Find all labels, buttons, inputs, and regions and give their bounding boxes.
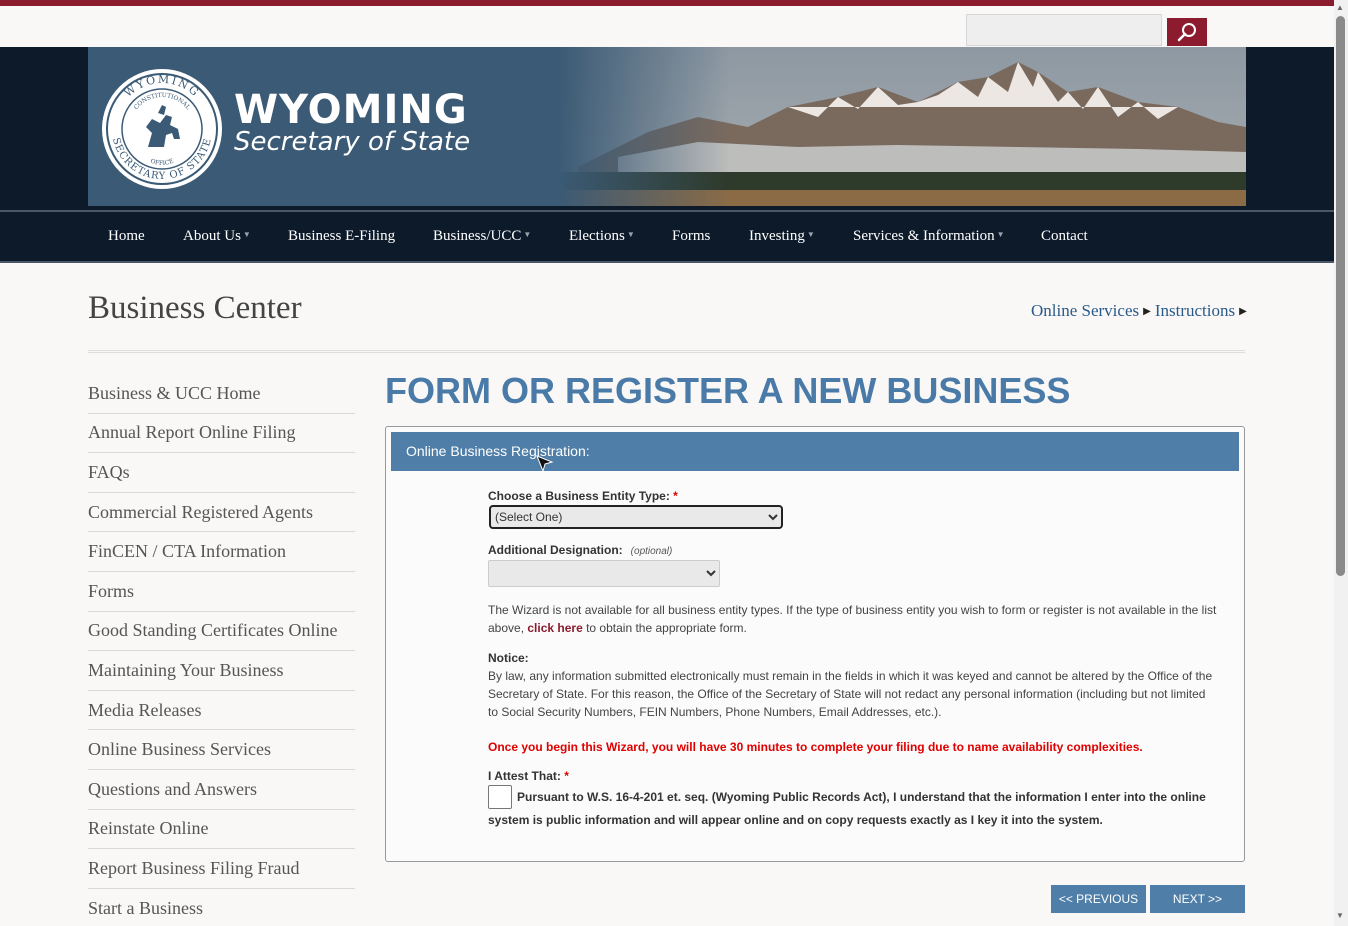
breadcrumb: Online Services ▶ Instructions ▶ <box>1031 301 1251 321</box>
mouse-cursor-icon <box>536 455 554 473</box>
page-title: Business Center <box>88 290 302 326</box>
chevron-down-icon: ▼ <box>806 230 815 239</box>
triangle-right-icon: ▶ <box>1239 306 1247 317</box>
header-band: WYOMING SECRETARY OF STATE CONSTITUTIONA… <box>0 47 1334 210</box>
previous-button[interactable]: << PREVIOUS <box>1051 885 1146 913</box>
wizard-note: The Wizard is not available for all busi… <box>488 603 1217 635</box>
nav-item-about-us[interactable]: About Us ▼ <box>183 228 251 245</box>
sidebar-item-online-services[interactable]: Online Business Services <box>88 730 355 770</box>
nav-item-investing[interactable]: Investing ▼ <box>749 228 815 245</box>
notice-label: Notice: <box>488 651 529 665</box>
attest-label: I Attest That: * <box>488 769 569 783</box>
entity-type-label: Choose a Business Entity Type: * <box>488 489 678 503</box>
sidebar-item-good-standing[interactable]: Good Standing Certificates Online <box>88 612 355 652</box>
sidebar-item-qa[interactable]: Questions and Answers <box>88 770 355 810</box>
optional-note: (optional) <box>630 546 673 557</box>
registration-panel: Online Business Registration: Choose a B… <box>385 426 1245 862</box>
required-mark: * <box>564 769 569 783</box>
header-divider <box>88 350 1245 353</box>
chevron-down-icon: ▼ <box>996 230 1005 239</box>
required-mark: * <box>673 489 678 503</box>
nav-item-forms[interactable]: Forms <box>672 228 710 245</box>
scroll-up-icon[interactable]: ▲ <box>1336 3 1344 12</box>
click-here-link[interactable]: click here <box>527 621 582 635</box>
nav-item-contact[interactable]: Contact <box>1041 228 1088 245</box>
sidebar-item-faqs[interactable]: FAQs <box>88 453 355 493</box>
breadcrumb-online-services[interactable]: Online Services <box>1031 301 1139 320</box>
chevron-down-icon: ▼ <box>523 230 532 239</box>
nav-item-home[interactable]: Home <box>108 228 145 245</box>
header-banner: WYOMING SECRETARY OF STATE CONSTITUTIONA… <box>88 47 1246 206</box>
nav-item-services-information[interactable]: Services & Information ▼ <box>853 228 1005 245</box>
nav-item-elections[interactable]: Elections ▼ <box>569 228 635 245</box>
time-warning: Once you begin this Wizard, you will hav… <box>488 740 1143 754</box>
sidebar-item-start-business[interactable]: Start a Business <box>88 889 355 926</box>
panel-header: Online Business Registration: <box>391 432 1239 471</box>
brand-subtitle: Secretary of State <box>234 127 471 157</box>
main-heading: FORM OR REGISTER A NEW BUSINESS <box>385 370 1071 411</box>
mountain-landscape-image <box>558 47 1246 206</box>
chevron-down-icon: ▼ <box>626 230 635 239</box>
triangle-right-icon: ▶ <box>1143 306 1151 317</box>
chevron-down-icon: ▼ <box>242 230 251 239</box>
notice-text: By law, any information submitted electr… <box>488 669 1213 719</box>
sidebar-item-maintaining[interactable]: Maintaining Your Business <box>88 651 355 691</box>
sidebar-item-annual-report[interactable]: Annual Report Online Filing <box>88 414 355 454</box>
search-row <box>0 6 1334 47</box>
main-nav: Home About Us ▼ Business E-Filing Busines… <box>0 210 1334 263</box>
attest-text: Pursuant to W.S. 16-4-201 et. seq. (Wyom… <box>488 790 1206 827</box>
sidebar-item-report-fraud[interactable]: Report Business Filing Fraud <box>88 849 355 889</box>
sidebar-item-business-ucc-home[interactable]: Business & UCC Home <box>88 374 355 414</box>
sidebar-item-media-releases[interactable]: Media Releases <box>88 691 355 731</box>
scroll-down-icon[interactable]: ▼ <box>1336 911 1344 920</box>
sidebar-item-forms[interactable]: Forms <box>88 572 355 612</box>
scrollbar-thumb[interactable] <box>1336 16 1345 576</box>
next-button[interactable]: NEXT >> <box>1150 885 1245 913</box>
sidebar: Business & UCC Home Annual Report Online… <box>88 374 355 926</box>
entity-type-select[interactable]: (Select One) <box>489 505 783 529</box>
state-seal-logo: WYOMING SECRETARY OF STATE CONSTITUTIONA… <box>102 69 222 189</box>
designation-select[interactable] <box>488 560 720 587</box>
nav-item-business-ucc[interactable]: Business/UCC ▼ <box>433 228 531 245</box>
search-icon <box>1177 23 1196 42</box>
sidebar-item-fincen[interactable]: FinCEN / CTA Information <box>88 532 355 572</box>
search-input[interactable] <box>966 14 1162 46</box>
search-button[interactable] <box>1167 18 1207 46</box>
sidebar-item-reinstate[interactable]: Reinstate Online <box>88 810 355 850</box>
designation-label: Additional Designation: (optional) <box>488 543 673 557</box>
sidebar-item-registered-agents[interactable]: Commercial Registered Agents <box>88 493 355 533</box>
breadcrumb-instructions[interactable]: Instructions <box>1155 301 1235 320</box>
nav-item-business-e-filing[interactable]: Business E-Filing <box>288 228 395 245</box>
